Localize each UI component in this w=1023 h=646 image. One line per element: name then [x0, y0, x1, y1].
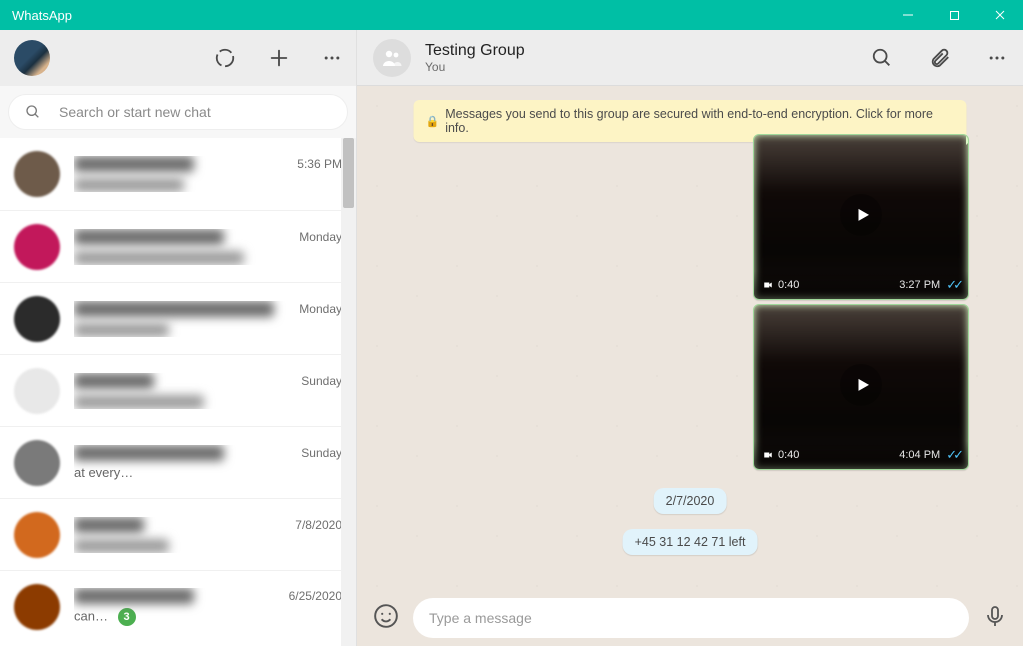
emoji-icon[interactable] [373, 603, 399, 634]
chat-list-item[interactable]: Monday [0, 282, 356, 354]
date-chip: 2/7/2020 [654, 488, 727, 514]
minimize-button[interactable] [885, 0, 931, 30]
video-footer: 0:40 4:04 PM ✓✓ [754, 441, 968, 469]
chat-list: 5:36 PM Monday Monday Sunday [0, 138, 356, 646]
message-time: 4:04 PM [899, 449, 940, 461]
window-titlebar: WhatsApp [0, 0, 1023, 30]
search-icon [25, 104, 41, 120]
chat-list-item[interactable]: 6/25/2020 can… 3 [0, 570, 356, 642]
attach-icon[interactable] [929, 47, 951, 69]
chat-list-item[interactable]: Sunday at every… [0, 426, 356, 498]
chat-preview [74, 539, 169, 553]
mic-icon[interactable] [983, 604, 1007, 633]
camera-icon [762, 280, 774, 290]
video-footer: 0:40 3:27 PM ✓✓ [754, 271, 968, 299]
chat-preview: at every… [74, 465, 342, 480]
chat-name [74, 301, 274, 317]
chat-avatar [14, 296, 60, 342]
chat-avatar [14, 368, 60, 414]
chat-name [74, 445, 224, 461]
message-input[interactable] [429, 610, 953, 626]
encryption-banner-text: Messages you send to this group are secu… [445, 107, 954, 135]
chat-time: Monday [299, 302, 342, 316]
chat-preview [74, 251, 244, 265]
status-icon[interactable] [214, 47, 236, 69]
new-chat-icon[interactable] [268, 47, 290, 69]
outgoing-video-message[interactable]: 0:40 3:27 PM ✓✓ [753, 134, 969, 300]
chat-name [74, 156, 194, 172]
chat-time: Sunday [301, 446, 342, 460]
scrollbar-thumb[interactable] [343, 138, 354, 208]
conversation-menu-icon[interactable] [987, 48, 1007, 68]
read-receipt-icon: ✓✓ [946, 447, 960, 463]
search-bar [0, 86, 356, 138]
chat-preview [74, 323, 169, 337]
video-duration: 0:40 [778, 279, 799, 291]
chat-avatar [14, 224, 60, 270]
chat-preview [74, 178, 184, 192]
unread-badge: 3 [118, 608, 136, 626]
chat-name [74, 373, 154, 389]
chat-preview [74, 395, 204, 409]
chat-avatar [14, 584, 60, 630]
chat-list-panel: 5:36 PM Monday Monday Sunday [0, 30, 357, 646]
conversation-subtitle: You [425, 60, 525, 74]
outgoing-video-message[interactable]: 0:40 4:04 PM ✓✓ [753, 304, 969, 470]
maximize-button[interactable] [931, 0, 977, 30]
conversation-area[interactable]: 🔒 Messages you send to this group are se… [357, 86, 1023, 590]
play-icon[interactable] [840, 194, 882, 236]
chat-name [74, 517, 144, 533]
chat-list-item[interactable]: Sunday [0, 354, 356, 426]
conversation-panel: Testing Group You [357, 30, 1023, 646]
chat-list-item[interactable]: 5:36 PM [0, 138, 356, 210]
chat-name [74, 229, 224, 245]
chat-avatar [14, 440, 60, 486]
conversation-header[interactable]: Testing Group You [357, 30, 1023, 86]
chat-list-item[interactable]: 7/8/2020 [0, 498, 356, 570]
chat-time: 7/8/2020 [295, 518, 342, 532]
menu-icon[interactable] [322, 48, 342, 68]
read-receipt-icon: ✓✓ [946, 277, 960, 293]
camera-icon [762, 450, 774, 460]
conversation-title: Testing Group [425, 41, 525, 60]
user-avatar[interactable] [14, 40, 50, 76]
play-icon[interactable] [840, 364, 882, 406]
window-title: WhatsApp [12, 8, 885, 23]
lock-icon: 🔒 [426, 115, 440, 128]
chat-time: 6/25/2020 [289, 589, 342, 603]
close-window-button[interactable] [977, 0, 1023, 30]
message-composer [357, 590, 1023, 646]
chat-list-item[interactable]: Monday [0, 210, 356, 282]
chat-list-scrollbar[interactable] [341, 138, 356, 646]
chat-avatar [14, 512, 60, 558]
left-header [0, 30, 356, 86]
chat-preview: can… 3 [74, 608, 342, 626]
video-duration: 0:40 [778, 449, 799, 461]
chat-time: Monday [299, 230, 342, 244]
chat-avatar [14, 151, 60, 197]
group-avatar-icon [373, 39, 411, 77]
system-message-chip: +45 31 12 42 71 left [623, 529, 758, 555]
message-time: 3:27 PM [899, 279, 940, 291]
chat-time: Sunday [301, 374, 342, 388]
search-input[interactable] [59, 104, 331, 120]
chat-time: 5:36 PM [297, 157, 342, 171]
search-in-chat-icon[interactable] [871, 47, 893, 69]
chat-name [74, 588, 194, 604]
